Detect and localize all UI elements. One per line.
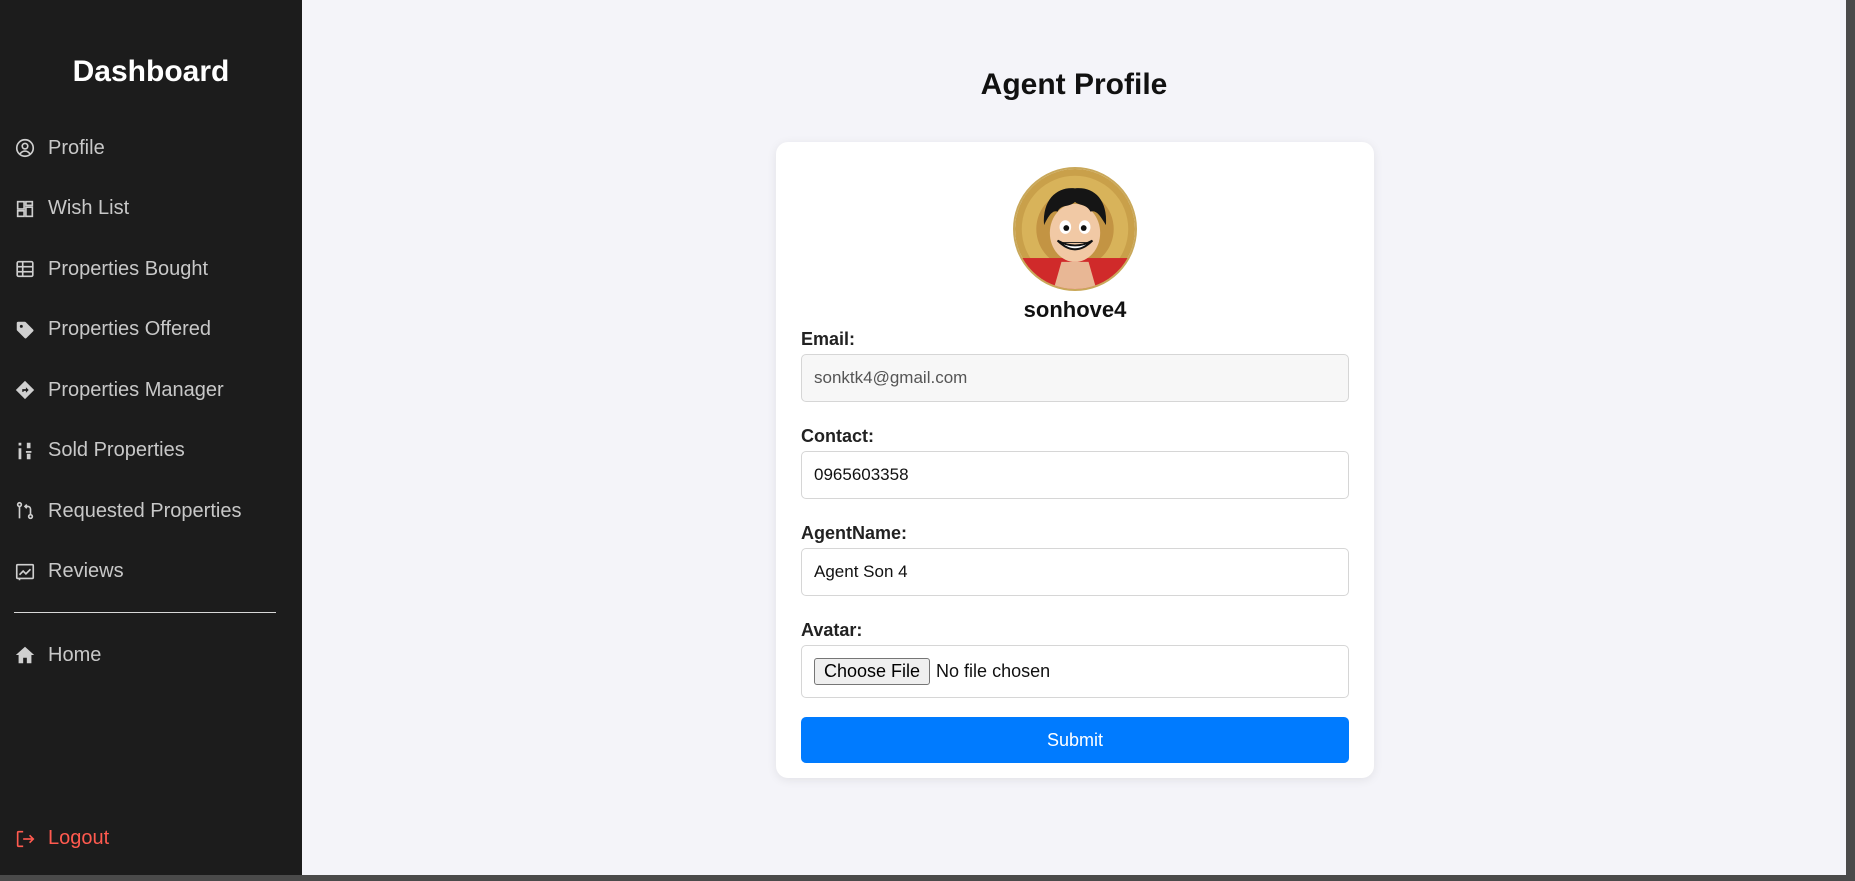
dashboard-grid-icon bbox=[13, 197, 37, 221]
email-field[interactable] bbox=[801, 354, 1349, 402]
avatar-label: Avatar: bbox=[801, 620, 863, 640]
sidebar-item-label: Sold Properties bbox=[48, 439, 185, 462]
sidebar-item-profile[interactable]: Profile bbox=[0, 118, 302, 179]
sidebar-item-label: Properties Offered bbox=[48, 318, 212, 341]
sidebar-item-wish-list[interactable]: Wish List bbox=[0, 179, 302, 240]
contact-label: Contact: bbox=[801, 426, 874, 446]
agent-name-field[interactable] bbox=[801, 548, 1349, 596]
tag-icon bbox=[13, 318, 37, 342]
sidebar-item-label: Properties Manager bbox=[48, 378, 224, 401]
sidebar-item-label: Requested Properties bbox=[48, 499, 242, 522]
sidebar-item-requested-properties[interactable]: Requested Properties bbox=[0, 481, 302, 542]
username: sonhove4 bbox=[1023, 297, 1127, 322]
profile-card: sonhove4 Email: Contact: AgentName: Avat… bbox=[776, 142, 1374, 778]
avatar bbox=[1013, 167, 1137, 291]
logout-button[interactable]: Logout bbox=[0, 809, 109, 870]
sidebar-item-properties-bought[interactable]: Properties Bought bbox=[0, 239, 302, 300]
sidebar-item-label: Properties Bought bbox=[48, 257, 209, 280]
sidebar-item-properties-offered[interactable]: Properties Offered bbox=[0, 300, 302, 361]
submit-button[interactable]: Submit bbox=[801, 717, 1349, 763]
sidebar-divider bbox=[14, 612, 276, 613]
git-pull-request-icon bbox=[13, 499, 37, 523]
sidebar-item-reviews[interactable]: Reviews bbox=[0, 542, 302, 603]
file-status: No file chosen bbox=[936, 661, 1051, 681]
sidebar-title: Dashboard bbox=[72, 55, 230, 88]
sidebar-item-sold-properties[interactable]: Sold Properties bbox=[0, 421, 302, 482]
logout-icon bbox=[13, 827, 37, 851]
app-window: Dashboard Profile Wish List Properties B… bbox=[0, 0, 1846, 875]
logout-label: Logout bbox=[48, 827, 110, 850]
sidebar-item-label: Reviews bbox=[48, 560, 124, 583]
chart-board-icon bbox=[13, 560, 37, 584]
table-icon bbox=[13, 257, 37, 281]
agent-name-label: AgentName: bbox=[801, 523, 908, 543]
avatar-file-input[interactable]: Choose File No file chosen bbox=[801, 645, 1349, 698]
sort-numeric-icon bbox=[13, 439, 37, 463]
page-title: Agent Profile bbox=[980, 68, 1168, 101]
sidebar-item-label: Home bbox=[48, 643, 102, 666]
contact-field[interactable] bbox=[801, 451, 1349, 499]
user-circle-icon bbox=[13, 136, 37, 160]
home-icon bbox=[13, 643, 37, 667]
choose-file-button[interactable]: Choose File bbox=[814, 658, 931, 685]
main-content: Agent Profile sonhove4 Email: sonktk4@gm… bbox=[302, 0, 1846, 875]
sidebar-item-label: Wish List bbox=[48, 197, 130, 220]
email-label: Email: bbox=[801, 329, 856, 349]
sidebar: Dashboard Profile Wish List Properties B… bbox=[0, 0, 302, 875]
sidebar-item-label: Profile bbox=[48, 136, 105, 159]
sidebar-item-properties-manager[interactable]: Properties Manager bbox=[0, 360, 302, 421]
sidebar-item-home[interactable]: Home bbox=[0, 625, 302, 686]
diamond-direction-icon bbox=[13, 378, 37, 402]
